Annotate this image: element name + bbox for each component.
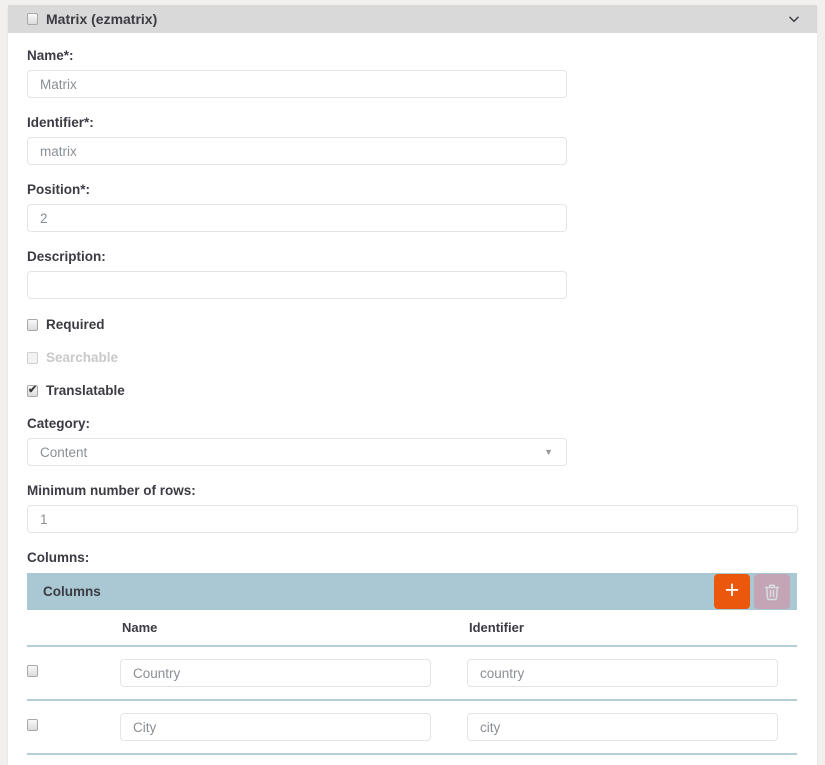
row-select-checkbox[interactable] [27, 665, 38, 677]
checkbox-column-header [27, 610, 120, 646]
required-checkbox[interactable] [27, 319, 38, 331]
description-label: Description: [27, 249, 798, 264]
columns-table: Name Identifier [27, 610, 797, 755]
searchable-checkbox-group: Searchable [27, 350, 798, 365]
field-definition-title: Matrix (ezmatrix) [46, 11, 157, 27]
searchable-checkbox [27, 352, 38, 364]
table-row [27, 700, 797, 754]
columns-table-header-bar: Columns + [27, 573, 797, 610]
description-field-group: Description: [27, 249, 798, 299]
min-rows-label: Minimum number of rows: [27, 483, 798, 498]
position-input[interactable] [27, 204, 567, 232]
identifier-column-header: Identifier [467, 610, 797, 646]
required-checkbox-group[interactable]: Required [27, 317, 798, 332]
name-field-group: Name*: [27, 48, 798, 98]
required-label: Required [46, 317, 105, 332]
field-definition-body: Name*: Identifier*: Position*: Descripti… [8, 33, 817, 755]
collapse-toggle[interactable] [787, 12, 801, 26]
name-column-header: Name [120, 610, 467, 646]
table-row [27, 646, 797, 700]
delete-column-button[interactable] [754, 574, 790, 609]
columns-label: Columns: [27, 550, 798, 565]
category-select[interactable]: Content ▼ [27, 438, 567, 466]
field-select-checkbox[interactable] [27, 13, 38, 25]
category-field-group: Category: Content ▼ [27, 416, 798, 466]
plus-icon: + [725, 578, 740, 603]
column-name-input[interactable] [120, 659, 431, 687]
name-label: Name*: [27, 48, 798, 63]
translatable-label: Translatable [46, 383, 125, 398]
translatable-checkbox-group[interactable]: Translatable [27, 383, 798, 398]
category-label: Category: [27, 416, 798, 431]
columns-actions: + [714, 574, 797, 609]
trash-icon [763, 582, 781, 602]
field-definition-card: Matrix (ezmatrix) Name*: Identifier*: Po… [8, 5, 817, 765]
description-input[interactable] [27, 271, 567, 299]
position-label: Position*: [27, 182, 798, 197]
translatable-checkbox[interactable] [27, 385, 38, 397]
identifier-field-group: Identifier*: [27, 115, 798, 165]
identifier-label: Identifier*: [27, 115, 798, 130]
column-identifier-input[interactable] [467, 659, 778, 687]
min-rows-field-group: Minimum number of rows: [27, 483, 798, 533]
position-field-group: Position*: [27, 182, 798, 232]
column-name-input[interactable] [120, 713, 431, 741]
name-input[interactable] [27, 70, 567, 98]
chevron-down-icon [787, 12, 801, 26]
category-selected-value: Content [40, 445, 87, 460]
field-definition-header[interactable]: Matrix (ezmatrix) [8, 5, 817, 33]
min-rows-input[interactable] [27, 505, 798, 533]
searchable-label: Searchable [46, 350, 118, 365]
columns-table-header-row: Name Identifier [27, 610, 797, 646]
identifier-input[interactable] [27, 137, 567, 165]
row-select-checkbox[interactable] [27, 719, 38, 731]
add-column-button[interactable]: + [714, 574, 750, 609]
column-identifier-input[interactable] [467, 713, 778, 741]
columns-section: Columns: Columns + [27, 550, 798, 755]
select-dropdown-arrow-icon: ▼ [544, 447, 553, 457]
columns-table-title: Columns [43, 584, 101, 599]
